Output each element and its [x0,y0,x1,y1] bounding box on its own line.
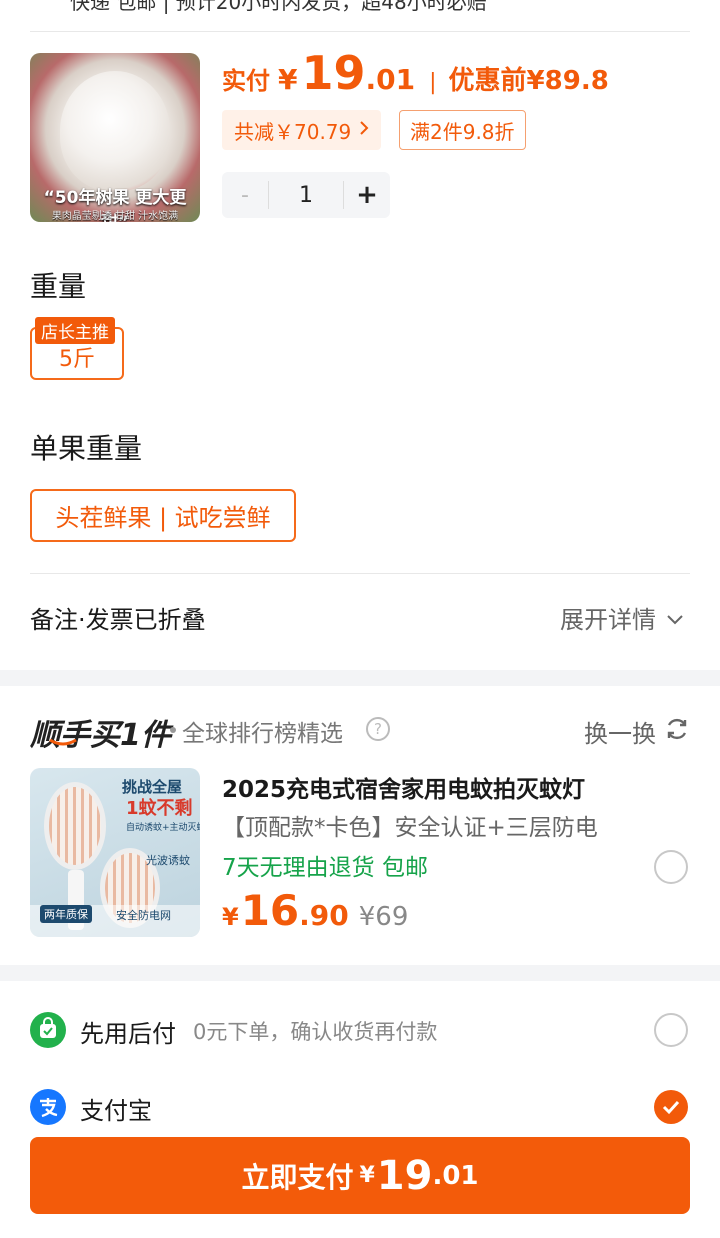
swap-label: 换一换 [584,720,656,748]
currency-symbol: ¥ [359,1163,375,1188]
recommended-badge: 店长主推 [35,317,115,344]
recommend-select-radio[interactable] [654,850,688,884]
recommend-price-decimal: .90 [299,899,349,932]
refresh-icon [656,716,690,748]
quantity-plus-button[interactable]: + [344,180,390,210]
alipay-icon [30,1089,66,1125]
shipping-info: 快递 包邮 | 预计20小时内发货，超48小时必赔 [70,0,487,14]
currency-symbol: ¥ [278,63,298,96]
quantity-value[interactable]: 1 [269,183,343,208]
divider [30,31,690,32]
pay-later-label: 先用后付 [80,1020,176,1048]
price-row: 实付 ¥ 19 .01 | 优惠前 ¥89.8 [222,50,609,106]
expand-details-button[interactable]: 展开详情 [560,600,684,635]
lychee-picture [60,71,170,191]
shunshou-subtitle: 全球排行榜精选 [182,721,343,747]
recommend-product-spec: 【顶配款*卡色】安全认证+三层防电 [222,815,598,841]
total-reduction-tag[interactable]: 共减￥70.79 [222,110,382,150]
spec-fruit-option[interactable]: 头茬鲜果 | 试吃尝鲜 [30,489,296,542]
quantity-minus-button[interactable]: - [222,183,268,208]
image-footer-text: 安全防电网 [116,909,171,922]
chevron-down-icon [656,604,684,632]
shunshou-title: 顺手买1件 [30,710,171,754]
remark-label: 备注·发票已折叠 [30,606,206,634]
before-price: ¥89.8 [526,66,609,96]
pay-later-desc: 0元下单，确认收货再付款 [193,1020,438,1044]
recommend-product-name[interactable]: 2025充电式宿舍家用电蚊拍灭蚊灯 [222,770,585,804]
total-reduction-text: 共减￥70.79 [234,119,352,144]
recommend-original-price: ¥69 [358,902,409,932]
quantity-stepper: - 1 + [222,172,390,218]
shunshou-title-text: 顺手买1件 [30,718,171,753]
alipay-radio[interactable] [654,1090,688,1124]
section-gap [0,965,720,981]
product-image[interactable]: “50年树果 更大更甜” 果肉晶莹剔透 甘甜 汁水饱满 [30,53,200,222]
pay-later-icon [30,1012,66,1048]
spec-weight-option-label: 5斤 [59,347,95,372]
check-icon [662,1100,680,1115]
discount-tag: 满2件9.8折 [399,110,526,150]
recommend-return-policy: 7天无理由退货 包邮 [222,855,428,881]
swatter-head [44,782,106,870]
price-integer: 19 [301,46,366,100]
section-gap [0,670,720,686]
divider [30,573,690,574]
pay-amount-decimal: .01 [432,1160,479,1191]
price-separator: | [429,70,437,95]
price-label: 实付 [222,67,270,95]
pay-later-radio[interactable] [654,1013,688,1047]
before-label: 优惠前 [448,66,527,96]
recommend-price-integer: 16 [240,886,300,935]
spec-weight-title: 重量 [30,270,87,303]
pay-now-label: 立即支付 [241,1160,354,1194]
product-image-subcaption: 果肉晶莹剔透 甘甜 汁水饱满 [51,211,179,222]
chevron-right-icon [359,120,369,141]
price-decimal: .01 [365,63,416,96]
recommend-price: ¥ 16 .90 ¥69 [222,886,408,942]
image-text: 1蚊不剩 [126,798,193,819]
recommend-product-image[interactable]: 挑战全屋 1蚊不剩 自动诱蚊+主动灭蚊 光波诱蚊 两年质保 安全防电网 [30,768,200,937]
image-text: 光波诱蚊 [146,854,190,867]
currency-symbol: ¥ [222,903,239,931]
pay-amount-integer: 19 [376,1152,433,1199]
spec-weight-option[interactable]: 店长主推 5斤 [30,317,124,380]
help-icon[interactable]: ? [366,717,390,741]
spec-fruit-title: 单果重量 [30,432,143,465]
image-footer-badge: 两年质保 [40,905,92,923]
image-text: 自动诱蚊+主动灭蚊 [126,823,200,833]
alipay-label: 支付宝 [80,1097,152,1125]
swap-button[interactable]: 换一换 [584,714,690,749]
pay-now-button[interactable]: 立即支付 ¥ 19 .01 [30,1137,690,1214]
smile-accent-icon [49,738,77,746]
dot-separator [170,727,176,733]
expand-details-label: 展开详情 [560,606,656,634]
